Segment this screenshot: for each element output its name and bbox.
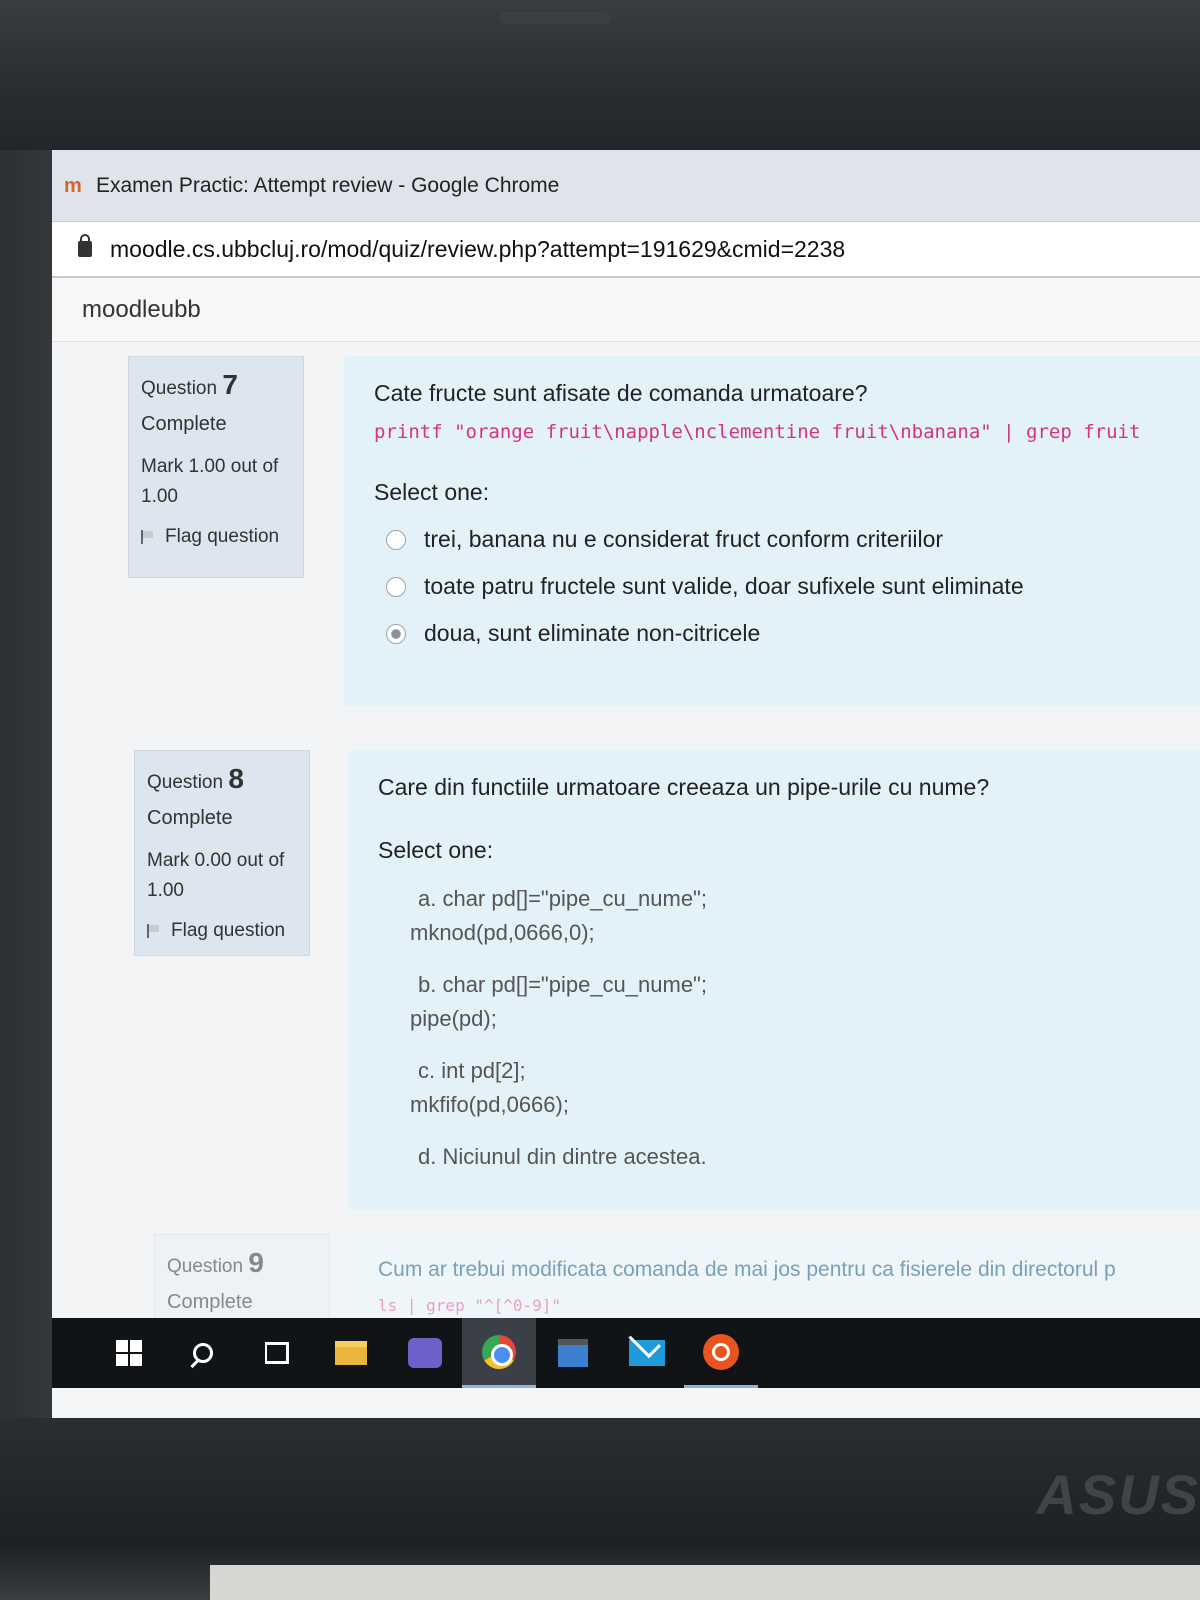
quiz-review-content: Question 7 Complete Mark 1.00 out of 1.0… xyxy=(52,342,1200,1354)
teams-icon xyxy=(408,1338,442,1368)
question-body-7: Cate fructe sunt afisate de comanda urma… xyxy=(344,356,1200,706)
ubuntu-button[interactable] xyxy=(684,1318,758,1388)
ubuntu-icon xyxy=(703,1333,739,1370)
question-code: ls | grep "^[^0-9]" xyxy=(378,1296,562,1315)
question-state: Complete xyxy=(167,1291,253,1313)
question-info-8: Question 8 Complete Mark 0.00 out of 1.0… xyxy=(134,750,310,956)
question-state: Complete xyxy=(141,413,227,435)
keyboard-edge xyxy=(210,1565,1200,1600)
chrome-button[interactable] xyxy=(462,1318,536,1388)
start-button[interactable] xyxy=(92,1318,166,1388)
task-view-button[interactable] xyxy=(240,1318,314,1388)
answer-option[interactable]: doua, sunt eliminate non-citricele xyxy=(374,620,1184,647)
question-number: Question 7 xyxy=(141,369,238,400)
store-icon xyxy=(558,1339,588,1367)
window-titlebar[interactable]: m Examen Practic: Attempt review - Googl… xyxy=(52,150,1200,222)
flag-question-link[interactable]: Flag question xyxy=(147,920,297,942)
search-button[interactable] xyxy=(166,1318,240,1388)
radio-button[interactable] xyxy=(386,529,406,550)
flag-icon xyxy=(147,924,161,938)
question-text: Cum ar trebui modificata comanda de mai … xyxy=(378,1258,1116,1281)
laptop-bezel-left xyxy=(0,150,52,1420)
question-code: printf "orange fruit\napple\nclementine … xyxy=(374,421,1141,443)
select-prompt: Select one: xyxy=(378,837,494,863)
store-button[interactable] xyxy=(536,1318,610,1388)
laptop-bezel-top xyxy=(0,0,1200,150)
mail-button[interactable] xyxy=(610,1318,684,1388)
radio-button[interactable] xyxy=(386,576,406,597)
address-bar[interactable]: moodle.cs.ubbcluj.ro/mod/quiz/review.php… xyxy=(52,222,1200,278)
chrome-icon xyxy=(482,1334,516,1369)
question-number: Question 9 xyxy=(167,1247,264,1278)
question-text: Care din functiile urmatoare creeaza un … xyxy=(378,774,990,800)
question-text: Cate fructe sunt afisate de comanda urma… xyxy=(374,380,868,406)
screen: m Examen Practic: Attempt review - Googl… xyxy=(52,150,1200,1418)
mail-icon xyxy=(629,1340,665,1366)
question-grade: Mark 1.00 out of 1.00 xyxy=(141,456,279,507)
url-text[interactable]: moodle.cs.ubbcluj.ro/mod/quiz/review.php… xyxy=(110,236,845,263)
windows-start-icon xyxy=(116,1340,142,1366)
moodle-icon: m xyxy=(64,174,82,197)
site-name[interactable]: moodleubb xyxy=(82,296,201,324)
answer-option[interactable]: b. char pd[]="pipe_cu_nume"; pipe(pd); xyxy=(378,968,1184,1036)
question-body-8: Care din functiile urmatoare creeaza un … xyxy=(348,750,1200,1210)
laptop-brand-logo: ASUS xyxy=(1036,1463,1200,1526)
file-explorer-button[interactable] xyxy=(314,1318,388,1388)
select-prompt: Select one: xyxy=(374,479,490,505)
lock-icon xyxy=(78,234,92,257)
flag-icon xyxy=(141,530,155,544)
question-grade: Mark 0.00 out of 1.00 xyxy=(147,850,285,901)
question-number: Question 8 xyxy=(147,763,244,794)
question-info-7: Question 7 Complete Mark 1.00 out of 1.0… xyxy=(128,356,304,578)
question-state: Complete xyxy=(147,807,233,829)
windows-taskbar xyxy=(52,1318,1200,1388)
answer-option[interactable]: toate patru fructele sunt valide, doar s… xyxy=(374,573,1184,600)
task-view-icon xyxy=(265,1342,289,1364)
file-explorer-icon xyxy=(335,1341,367,1365)
answer-option[interactable]: a. char pd[]="pipe_cu_nume"; mknod(pd,06… xyxy=(378,882,1184,950)
answer-option[interactable]: d. Niciunul din dintre acestea. xyxy=(378,1140,1184,1174)
teams-button[interactable] xyxy=(388,1318,462,1388)
site-header: moodleubb xyxy=(52,278,1200,342)
radio-button-selected[interactable] xyxy=(386,623,406,644)
window-title: Examen Practic: Attempt review - Google … xyxy=(96,173,560,197)
flag-question-link[interactable]: Flag question xyxy=(141,526,291,548)
search-icon xyxy=(193,1343,213,1363)
answer-option[interactable]: trei, banana nu e considerat fruct confo… xyxy=(374,526,1184,553)
answer-option[interactable]: c. int pd[2]; mkfifo(pd,0666); xyxy=(378,1054,1184,1122)
